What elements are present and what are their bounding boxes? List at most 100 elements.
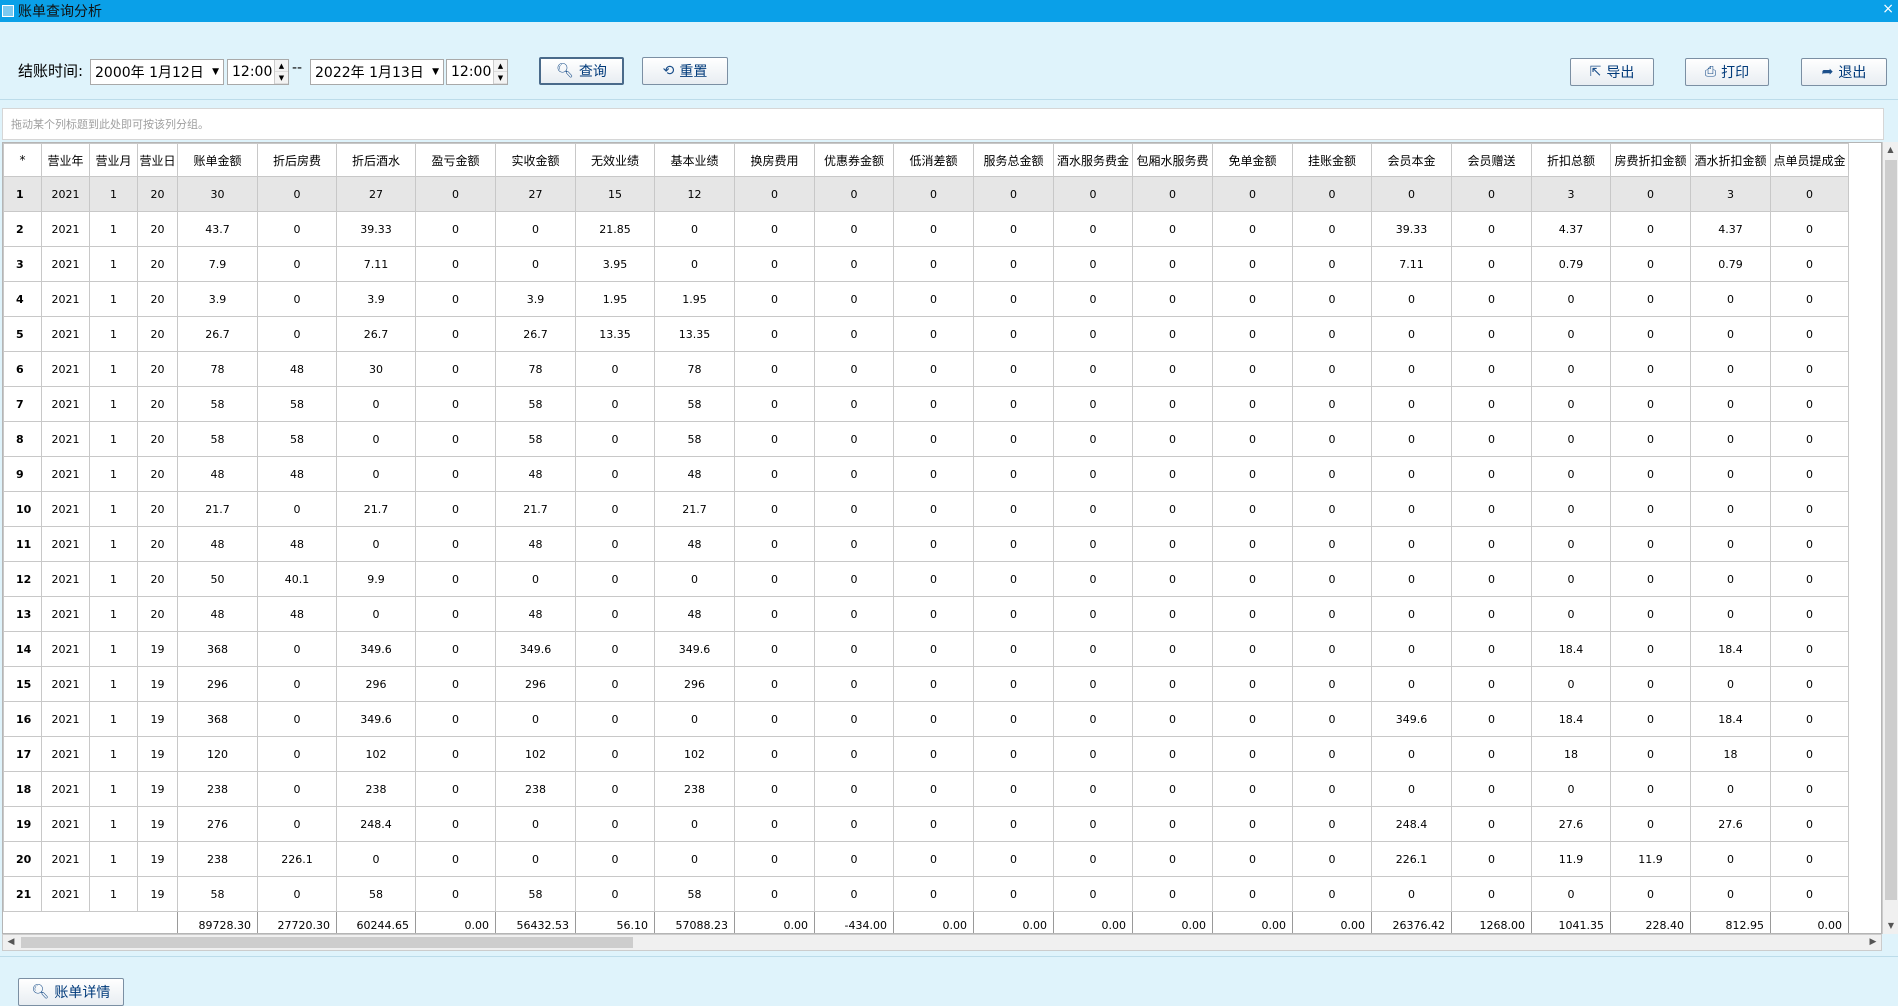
table-cell[interactable]: 0 xyxy=(734,211,815,247)
column-header[interactable]: 折扣总额 xyxy=(1531,143,1611,177)
table-cell[interactable]: 0 xyxy=(734,491,815,527)
table-cell[interactable]: 0 xyxy=(495,561,576,597)
table-cell[interactable]: 0 xyxy=(1371,456,1452,492)
table-cell[interactable]: 0 xyxy=(1053,316,1133,352)
table-cell[interactable]: 238 xyxy=(177,771,258,807)
row-number[interactable]: 20 xyxy=(3,841,42,877)
column-header[interactable]: 基本业绩 xyxy=(654,143,735,177)
table-cell[interactable]: 0 xyxy=(1292,351,1372,387)
table-cell[interactable]: 2021 xyxy=(41,771,90,807)
table-cell[interactable]: 0 xyxy=(893,456,974,492)
table-cell[interactable]: 0 xyxy=(814,596,894,632)
table-cell[interactable]: 58 xyxy=(177,386,258,422)
table-cell[interactable]: 0 xyxy=(973,351,1054,387)
table-cell[interactable]: 20 xyxy=(137,561,178,597)
table-cell[interactable]: 2021 xyxy=(41,316,90,352)
table-cell[interactable]: 0 xyxy=(1451,771,1532,807)
column-header[interactable]: 营业年 xyxy=(41,143,90,177)
table-cell[interactable]: 48 xyxy=(177,596,258,632)
table-cell[interactable]: 0 xyxy=(1212,281,1293,317)
table-cell[interactable]: 0 xyxy=(973,386,1054,422)
table-cell[interactable]: 0 xyxy=(734,456,815,492)
table-cell[interactable]: 0 xyxy=(415,281,496,317)
table-cell[interactable]: 0 xyxy=(415,596,496,632)
vertical-scrollbar[interactable]: ▲ ▼ xyxy=(1882,142,1898,934)
table-cell[interactable]: 0 xyxy=(1451,666,1532,702)
table-cell[interactable]: 0 xyxy=(1053,771,1133,807)
table-cell[interactable]: 48 xyxy=(257,526,337,562)
column-header[interactable]: 营业日 xyxy=(137,143,178,177)
table-cell[interactable]: 0 xyxy=(814,246,894,282)
table-cell[interactable]: 0 xyxy=(973,491,1054,527)
table-cell[interactable]: 0 xyxy=(1610,736,1691,772)
table-cell[interactable]: 0 xyxy=(734,176,815,212)
table-cell[interactable]: 0 xyxy=(1053,736,1133,772)
table-cell[interactable]: 0 xyxy=(893,281,974,317)
table-cell[interactable]: 349.6 xyxy=(1371,701,1452,737)
row-number[interactable]: 11 xyxy=(3,526,42,562)
table-cell[interactable]: 296 xyxy=(336,666,416,702)
table-cell[interactable]: 0 xyxy=(257,316,337,352)
table-cell[interactable]: 0 xyxy=(1770,666,1849,702)
table-cell[interactable]: 0 xyxy=(1690,841,1771,877)
table-cell[interactable]: 0 xyxy=(1451,246,1532,282)
table-cell[interactable]: 0 xyxy=(415,351,496,387)
table-cell[interactable]: 0 xyxy=(973,281,1054,317)
table-row[interactable]: 14 2021 1 19 368 0 349.6 0 349.6 0 349.6 0 0 0 0 0 0 0 0 0 0… xyxy=(3,631,1849,667)
table-cell[interactable]: 18.4 xyxy=(1531,701,1611,737)
table-cell[interactable]: 0 xyxy=(1053,876,1133,912)
table-cell[interactable]: 0 xyxy=(893,771,974,807)
table-cell[interactable]: 0 xyxy=(893,666,974,702)
row-number[interactable]: 18 xyxy=(3,771,42,807)
start-time-spinner[interactable]: ▲ ▼ xyxy=(274,60,288,84)
table-cell[interactable]: 0 xyxy=(1531,771,1611,807)
start-date-picker[interactable]: 2000年 1月12日 ▼ xyxy=(90,59,224,85)
table-row[interactable]: 1 2021 1 20 30 0 27 0 27 15 12 0 0 0 0 0 0 0 0 0 0 3 0 3 0 xyxy=(3,176,1849,212)
table-cell[interactable]: 0 xyxy=(1371,876,1452,912)
column-header[interactable]: 房费折扣金额 xyxy=(1610,143,1691,177)
table-cell[interactable]: 0 xyxy=(1132,246,1213,282)
table-cell[interactable]: 2021 xyxy=(41,736,90,772)
table-cell[interactable]: 0 xyxy=(1690,386,1771,422)
table-cell[interactable]: 18 xyxy=(1690,736,1771,772)
table-cell[interactable]: 0 xyxy=(336,386,416,422)
table-cell[interactable]: 0 xyxy=(1610,771,1691,807)
table-cell[interactable]: 0 xyxy=(814,736,894,772)
table-cell[interactable]: 0 xyxy=(1451,316,1532,352)
table-cell[interactable]: 19 xyxy=(137,771,178,807)
table-cell[interactable]: 18.4 xyxy=(1690,631,1771,667)
table-cell[interactable]: 0 xyxy=(814,176,894,212)
table-row[interactable]: 11 2021 1 20 48 48 0 0 48 0 48 0 0 0 0 0 0 0 0 0 0 0 0 0 0 xyxy=(3,526,1849,562)
table-cell[interactable]: 0 xyxy=(654,806,735,842)
scroll-left-icon[interactable]: ◀ xyxy=(3,935,19,950)
table-cell[interactable]: 48 xyxy=(495,526,576,562)
table-cell[interactable]: 0 xyxy=(1451,736,1532,772)
table-cell[interactable]: 0 xyxy=(1770,246,1849,282)
table-cell[interactable]: 0 xyxy=(575,771,655,807)
table-cell[interactable]: 0 xyxy=(893,351,974,387)
table-cell[interactable]: 238 xyxy=(177,841,258,877)
table-cell[interactable]: 0 xyxy=(257,176,337,212)
table-cell[interactable]: 0 xyxy=(1132,666,1213,702)
table-cell[interactable]: 0 xyxy=(1292,736,1372,772)
table-cell[interactable]: 0 xyxy=(415,176,496,212)
table-cell[interactable]: 0 xyxy=(257,211,337,247)
table-cell[interactable]: 2021 xyxy=(41,176,90,212)
column-header[interactable]: 免单金额 xyxy=(1212,143,1293,177)
table-row[interactable]: 13 2021 1 20 48 48 0 0 48 0 48 0 0 0 0 0 0 0 0 0 0 0 0 0 0 xyxy=(3,596,1849,632)
table-cell[interactable]: 40.1 xyxy=(257,561,337,597)
table-row[interactable]: 10 2021 1 20 21.7 0 21.7 0 21.7 0 21.7 0 0 0 0 0 0 0 0 0 0 0 0… xyxy=(3,491,1849,527)
table-cell[interactable]: 0 xyxy=(973,806,1054,842)
table-cell[interactable]: 0 xyxy=(1212,421,1293,457)
table-cell[interactable]: 0 xyxy=(734,421,815,457)
horizontal-scroll-thumb[interactable] xyxy=(21,937,633,948)
row-number[interactable]: 3 xyxy=(3,246,42,282)
table-cell[interactable]: 0 xyxy=(893,561,974,597)
table-cell[interactable]: 296 xyxy=(654,666,735,702)
table-cell[interactable]: 0 xyxy=(654,701,735,737)
row-number[interactable]: 2 xyxy=(3,211,42,247)
table-cell[interactable]: 368 xyxy=(177,631,258,667)
column-header[interactable]: 实收金额 xyxy=(495,143,576,177)
table-cell[interactable]: 2021 xyxy=(41,876,90,912)
table-cell[interactable]: 0 xyxy=(1212,841,1293,877)
